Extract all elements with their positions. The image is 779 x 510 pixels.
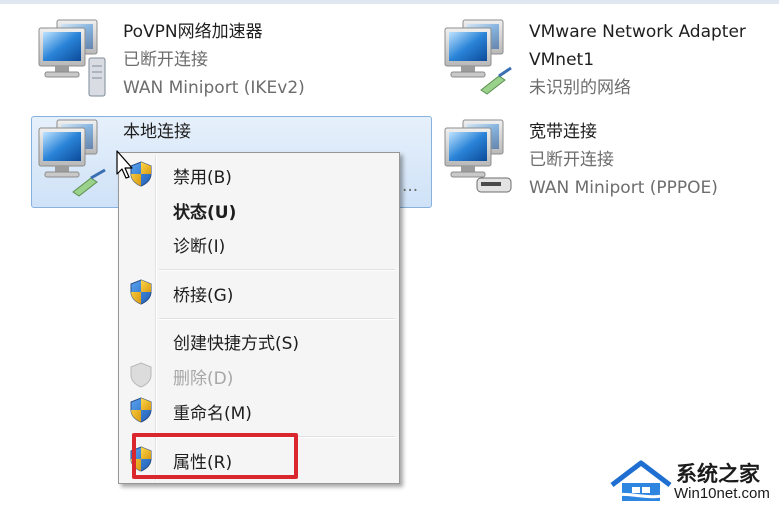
adapter-name: 宽带连接: [529, 122, 597, 142]
menu-item-diagnose[interactable]: 诊断(I): [121, 226, 397, 260]
red-highlight-box: [132, 433, 298, 479]
menu-item-status[interactable]: 状态(U): [121, 192, 397, 226]
menu-item-delete: 删除(D): [121, 358, 397, 392]
adapter-name: VMware Network Adapter: [529, 22, 746, 42]
menu-item-label: 重命名(M): [173, 404, 252, 424]
menu-item-disable[interactable]: 禁用(B): [121, 157, 397, 191]
menu-item-create-shortcut[interactable]: 创建快捷方式(S): [121, 323, 397, 357]
menu-item-label: 禁用(B): [173, 168, 232, 188]
network-adapter-icon: [441, 18, 513, 98]
uac-shield-icon: [129, 279, 153, 305]
menu-item-rename[interactable]: 重命名(M): [121, 393, 397, 427]
menu-item-bridge[interactable]: 桥接(G): [121, 275, 397, 309]
uac-shield-icon: [129, 397, 153, 423]
top-border: [0, 0, 779, 4]
adapter-device: WAN Miniport (PPPOE): [529, 178, 718, 198]
house-logo-icon: [608, 459, 674, 503]
mouse-cursor-icon: [116, 150, 136, 180]
watermark: 系统之家 Win10net.com: [608, 455, 778, 507]
adapter-name: 本地连接: [123, 122, 191, 142]
adapter-status: 已断开连接: [123, 50, 208, 70]
adapter-status: 未识别的网络: [529, 78, 631, 98]
adapter-name: PoVPN网络加速器: [123, 22, 263, 42]
vpn-connection-icon: [35, 18, 107, 98]
broadband-connection-icon: [441, 118, 513, 198]
watermark-site: Win10net.com: [674, 485, 770, 502]
truncated-text-ellipsis: ...: [402, 176, 419, 196]
menu-item-label: 删除(D): [173, 369, 234, 389]
menu-separator: [159, 318, 395, 320]
menu-separator: [159, 269, 395, 271]
uac-shield-icon: [129, 362, 153, 388]
menu-item-label: 诊断(I): [173, 237, 226, 257]
menu-item-label: 状态(U): [173, 203, 237, 223]
menu-item-label: 桥接(G): [173, 286, 234, 306]
adapter-device: WAN Miniport (IKEv2): [123, 78, 305, 98]
adapter-status: 已断开连接: [529, 150, 614, 170]
menu-item-label: 创建快捷方式(S): [173, 334, 300, 354]
adapter-name-line2: VMnet1: [529, 50, 595, 70]
watermark-title: 系统之家: [676, 462, 760, 486]
local-connection-icon: [35, 118, 107, 198]
